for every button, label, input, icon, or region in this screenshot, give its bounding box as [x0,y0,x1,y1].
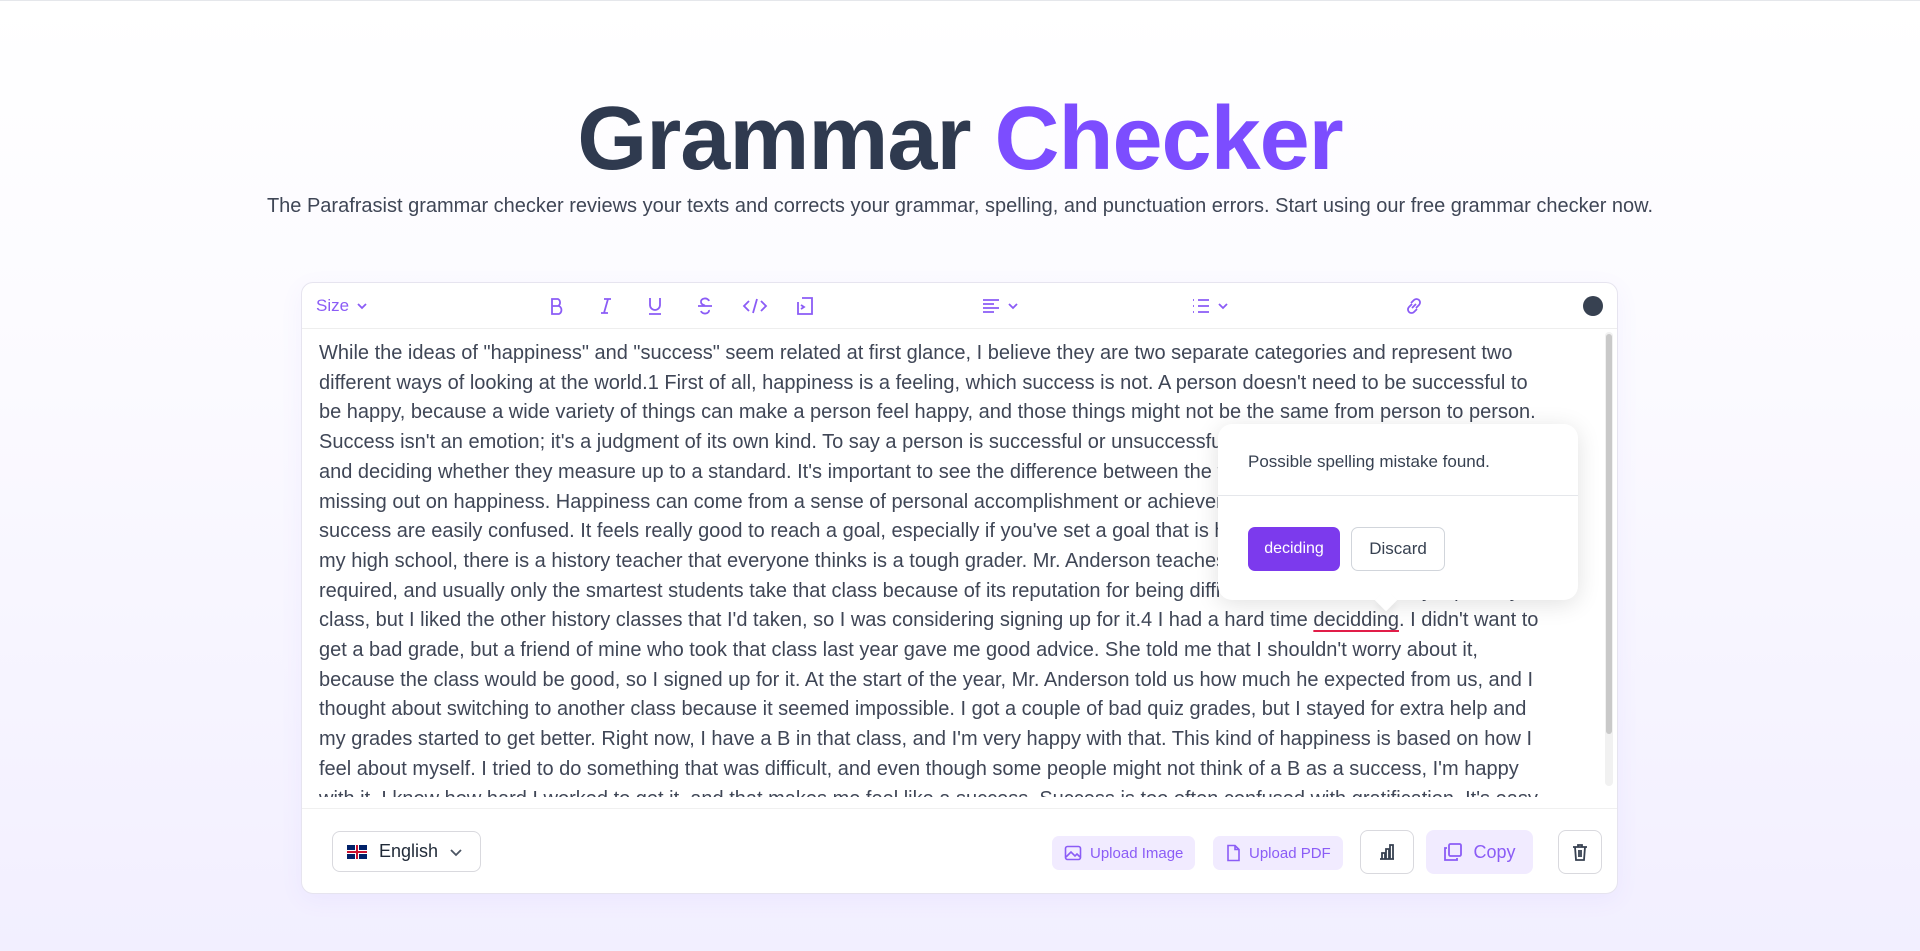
editor-footer: English Upload Image Upload PDF Copy [302,808,1617,894]
strikethrough-icon [698,297,712,315]
italic-icon [601,298,611,314]
strikethrough-button[interactable] [694,293,716,319]
chevron-down-icon [1008,303,1018,310]
spelling-error-word[interactable]: decidding [1313,609,1399,631]
language-label: English [379,841,439,861]
bold-icon [551,298,563,315]
bar-chart-icon [1380,844,1394,860]
editor-toolbar: Size [302,283,1617,329]
italic-button[interactable] [595,293,617,319]
link-button[interactable] [1402,293,1426,319]
align-dropdown[interactable] [980,293,1020,319]
align-left-icon [983,299,999,313]
size-dropdown[interactable]: Size [316,293,369,319]
statistics-button[interactable] [1360,830,1414,874]
underline-button[interactable] [644,293,666,319]
size-label: Size [316,296,350,315]
language-selector[interactable]: English [332,831,481,872]
image-icon [1064,845,1082,861]
code-block-button[interactable] [794,293,816,319]
editor-scrollbar[interactable] [1605,332,1613,786]
chevron-down-icon [1218,303,1228,310]
text-segment-after: . I didn't want to get a bad grade, but … [319,609,1539,797]
delete-button[interactable] [1558,830,1602,874]
upload-pdf-button[interactable]: Upload PDF [1213,836,1343,870]
pdf-icon [1227,844,1240,862]
copy-button[interactable]: Copy [1426,830,1533,874]
list-dropdown[interactable] [1190,293,1230,319]
upload-image-button[interactable]: Upload Image [1052,836,1196,870]
chevron-down-icon [357,303,367,310]
title-part-checker: Checker [994,89,1344,189]
color-picker[interactable] [1583,296,1603,316]
underline-icon [649,298,661,315]
code-button[interactable] [742,293,768,319]
title-part-grammar: Grammar [577,89,971,189]
page-title: Grammar Checker [0,89,1920,189]
list-icon [1193,299,1209,313]
code-block-icon [797,297,813,315]
apply-suggestion-button[interactable]: deciding [1248,527,1340,571]
discard-button[interactable]: Discard [1351,527,1445,571]
bold-button[interactable] [546,293,568,319]
uk-flag-icon [347,844,367,859]
trash-icon [1573,844,1587,861]
page-subtitle: The Parafrasist grammar checker reviews … [266,195,1654,217]
link-icon [1407,298,1421,314]
copy-icon [1444,843,1463,861]
chevron-down-icon [450,848,462,856]
popup-message: Possible spelling mistake found. [1248,452,1490,471]
code-icon [742,298,768,314]
popup-divider [1218,495,1578,496]
upload-image-label: Upload Image [1090,844,1184,862]
scrollbar-thumb[interactable] [1606,334,1612,734]
upload-pdf-label: Upload PDF [1249,844,1331,862]
copy-label: Copy [1473,841,1516,862]
hero: Grammar Checker The Parafrasist grammar … [0,89,1920,218]
spelling-suggestion-popup: Possible spelling mistake found. decidin… [1218,424,1578,600]
